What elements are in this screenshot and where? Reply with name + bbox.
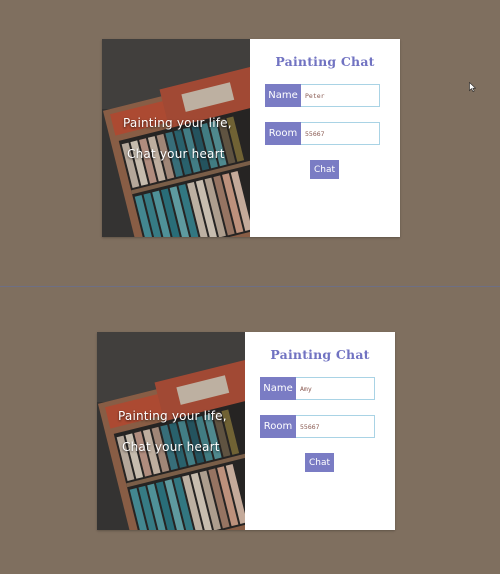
- room-field: Room: [265, 122, 380, 145]
- chat-button[interactable]: Chat: [305, 453, 334, 472]
- frame-divider: [0, 286, 500, 287]
- room-input[interactable]: [296, 415, 375, 438]
- room-label: Room: [265, 122, 301, 145]
- chat-button[interactable]: Chat: [310, 160, 339, 179]
- app-title: Painting Chat: [275, 54, 375, 69]
- app-title: Painting Chat: [270, 347, 370, 362]
- name-input[interactable]: [301, 84, 380, 107]
- room-label: Room: [260, 415, 296, 438]
- login-card-top: Painting your life, Chat your heart Pain…: [102, 39, 400, 237]
- name-label: Name: [260, 377, 296, 400]
- tagline-line-2: Chat your heart: [122, 440, 220, 454]
- login-panel: Painting Chat Name Room Chat: [245, 332, 395, 530]
- name-field: Name: [260, 377, 375, 400]
- name-field: Name: [265, 84, 380, 107]
- mouse-pointer-icon: [469, 77, 477, 96]
- login-panel: Painting Chat Name Room Chat: [250, 39, 400, 237]
- room-field: Room: [260, 415, 375, 438]
- login-card-bottom: Painting your life, Chat your heart Pain…: [97, 332, 395, 530]
- tagline-line-2: Chat your heart: [127, 147, 225, 161]
- name-input[interactable]: [296, 377, 375, 400]
- name-label: Name: [265, 84, 301, 107]
- tagline-line-1: Painting your life,: [118, 409, 227, 423]
- pastel-box-image: Painting your life, Chat your heart: [97, 332, 245, 530]
- tagline-line-1: Painting your life,: [123, 116, 232, 130]
- pastel-box-image: Painting your life, Chat your heart: [102, 39, 250, 237]
- room-input[interactable]: [301, 122, 380, 145]
